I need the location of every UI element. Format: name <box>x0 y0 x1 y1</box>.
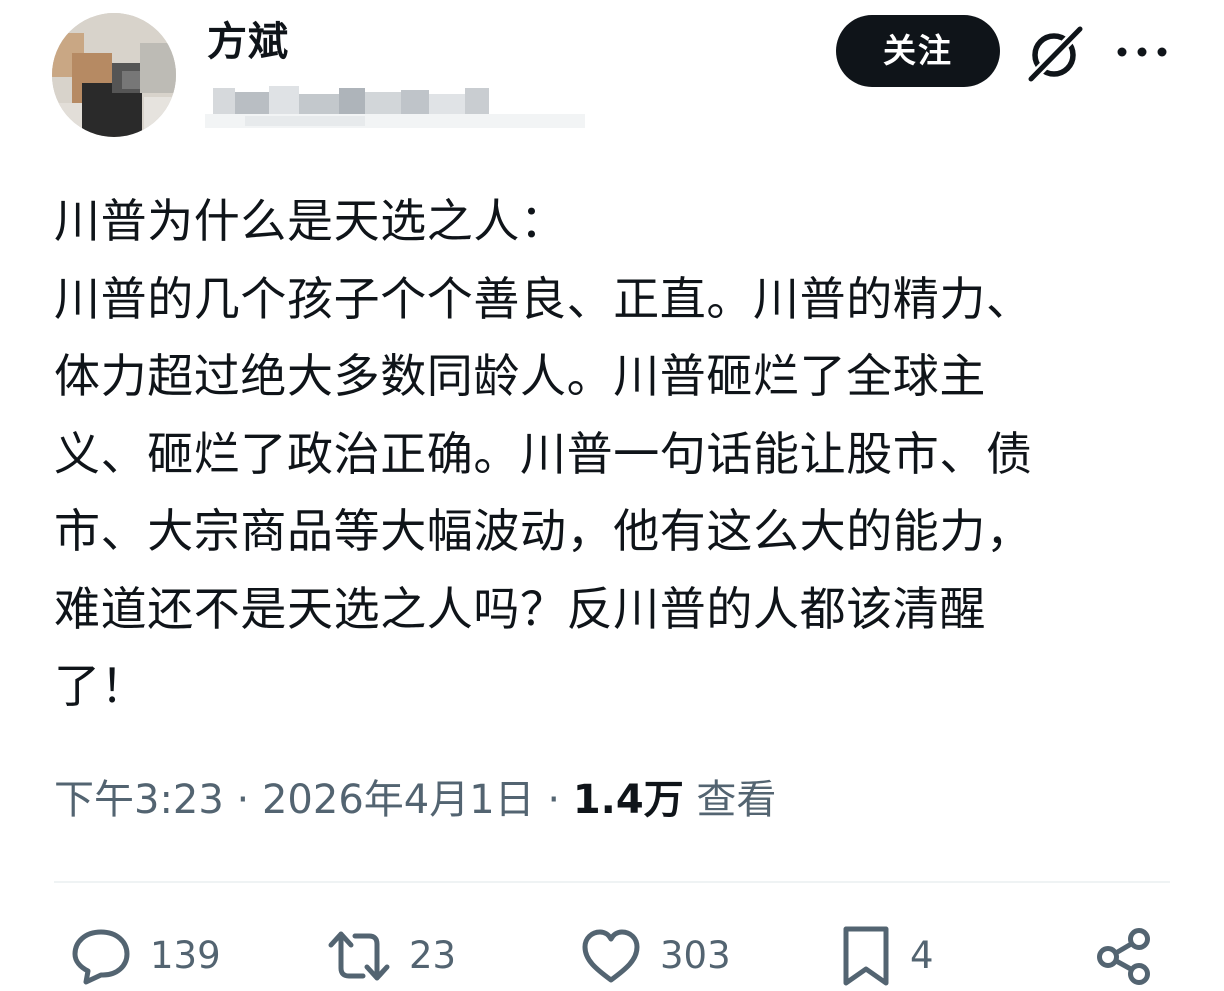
bookmark-count: 4 <box>910 934 934 977</box>
post-line: 难道还不是天选之人吗？反川普的人都该清醒 <box>54 581 986 636</box>
like-button[interactable]: 303 <box>580 924 731 988</box>
divider <box>54 881 1170 883</box>
bookmark-icon <box>843 926 889 986</box>
reply-count: 139 <box>150 934 221 977</box>
views-count[interactable]: 1.4万 <box>573 777 684 823</box>
meta-separator: · <box>547 777 561 823</box>
more-horizontal-icon[interactable] <box>1112 32 1172 72</box>
follow-button[interactable]: 关注 <box>836 15 1000 87</box>
repost-count: 23 <box>409 934 457 977</box>
post-meta: 下午3:23 · 2026年4月1日 · 1.4万 查看 <box>54 772 776 828</box>
heart-icon <box>582 929 640 983</box>
author-name[interactable]: 方斌 <box>207 18 289 66</box>
post-line: 川普为什么是天选之人： <box>54 194 567 248</box>
views-label[interactable]: 查看 <box>696 777 776 823</box>
post-line: 了！ <box>54 659 148 713</box>
bookmark-button[interactable]: 4 <box>840 924 934 988</box>
meta-separator: · <box>236 777 250 823</box>
repost-icon <box>328 931 390 981</box>
reply-icon <box>72 929 130 985</box>
grok-slash-icon[interactable] <box>1022 22 1086 86</box>
repost-button[interactable]: 23 <box>327 924 456 988</box>
post-line: 体力超过绝大多数同龄人。川普砸烂了全球主 <box>54 349 986 403</box>
like-count: 303 <box>660 934 731 977</box>
post-date[interactable]: 2026年4月1日 <box>262 777 535 823</box>
reply-button[interactable]: 139 <box>70 924 221 988</box>
post-text: 川普为什么是天选之人： 川普的几个孩子个个善良、正直。川普的精力、 体力超过绝大… <box>54 183 1184 726</box>
post-line: 市、大宗商品等大幅波动，他有这么大的能力， <box>54 504 1033 558</box>
post-line: 川普的几个孩子个个善良、正直。川普的精力、 <box>54 271 1033 326</box>
share-icon <box>1097 928 1150 985</box>
post-time[interactable]: 下午3:23 <box>54 777 224 823</box>
handle-blurred <box>205 82 585 138</box>
avatar[interactable] <box>52 13 176 137</box>
post-line: 义、砸烂了政治正确。川普一句话能让股市、债 <box>54 426 1033 481</box>
share-button[interactable] <box>1094 924 1154 988</box>
